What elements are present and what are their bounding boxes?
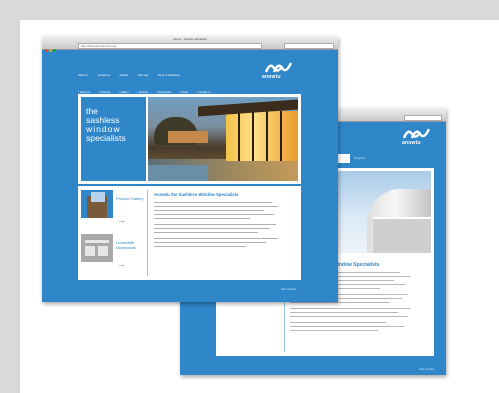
top-nav: About us Contact us Enquire Site map Ter… [78, 63, 185, 81]
content-heading: Anowtu the Sashless Window Specialists [154, 192, 239, 197]
gallery-thumbnail [81, 190, 113, 218]
card-label[interactable]: Lunawhite Downloads [116, 240, 146, 250]
top-nav-item[interactable]: About us [78, 74, 88, 77]
text-line [290, 302, 390, 303]
top-nav-item[interactable]: Site map [138, 74, 148, 77]
text-line [290, 322, 386, 323]
front-browser-chrome: Home - Anowtu Windows http://www.anowtu.… [42, 36, 338, 52]
back-footer-link[interactable]: Site credits [419, 367, 434, 371]
back-tab-label[interactable]: Projects [354, 156, 365, 160]
card-label[interactable]: Product Gallery [116, 196, 146, 201]
text-line [290, 312, 398, 313]
text-line [290, 326, 404, 327]
text-line [154, 206, 278, 207]
back-project-photo [330, 168, 434, 256]
text-line [290, 308, 410, 309]
text-line [154, 232, 258, 233]
front-search-box[interactable] [284, 43, 334, 49]
front-browser-window[interactable]: Home - Anowtu Windows http://www.anowtu.… [42, 36, 338, 302]
text-line [154, 202, 272, 203]
logo-waves-icon [402, 128, 431, 139]
hero-tagline-panel: the sashless window specialists [81, 97, 146, 181]
back-search-box[interactable] [404, 115, 442, 121]
text-line [154, 228, 270, 229]
frame-left-border [0, 0, 20, 393]
arrow-right-icon[interactable]: → [117, 216, 126, 225]
text-line [154, 246, 246, 247]
product-gallery-card[interactable]: Product Gallery → [81, 190, 145, 232]
hero-house-photo [148, 97, 298, 181]
text-line [154, 214, 274, 215]
text-line [290, 330, 378, 331]
text-line [154, 238, 278, 239]
hero-banner: the sashless window specialists [78, 94, 301, 184]
text-line [154, 210, 264, 211]
top-nav-item[interactable]: Terms & Conditions [158, 74, 181, 77]
front-footer-link[interactable]: Site credits [281, 287, 296, 291]
front-window-title: Home - Anowtu Windows [173, 37, 207, 41]
back-logo-text: anowtu [402, 140, 421, 146]
frame-top-border [0, 0, 499, 20]
text-line [154, 218, 250, 219]
hero-line: specialists [86, 133, 126, 143]
content-divider [147, 190, 148, 276]
top-nav-item[interactable]: Enquire [120, 74, 129, 77]
text-line [154, 242, 266, 243]
downloads-card[interactable]: Lunawhite Downloads → [81, 234, 145, 276]
front-logo-text: anowtu [262, 74, 281, 80]
top-nav-item[interactable]: Contact us [98, 74, 110, 77]
home-content-panel: Product Gallery → Lunawhite Downloads → … [78, 186, 301, 280]
text-line [154, 224, 276, 225]
text-line [290, 316, 408, 317]
window-controls[interactable] [45, 39, 57, 57]
front-url-bar[interactable]: http://www.anowtu.com.au/ [78, 43, 262, 49]
arrow-right-icon[interactable]: → [117, 260, 126, 269]
downloads-thumbnail [81, 234, 113, 262]
logo-waves-icon [264, 62, 293, 73]
